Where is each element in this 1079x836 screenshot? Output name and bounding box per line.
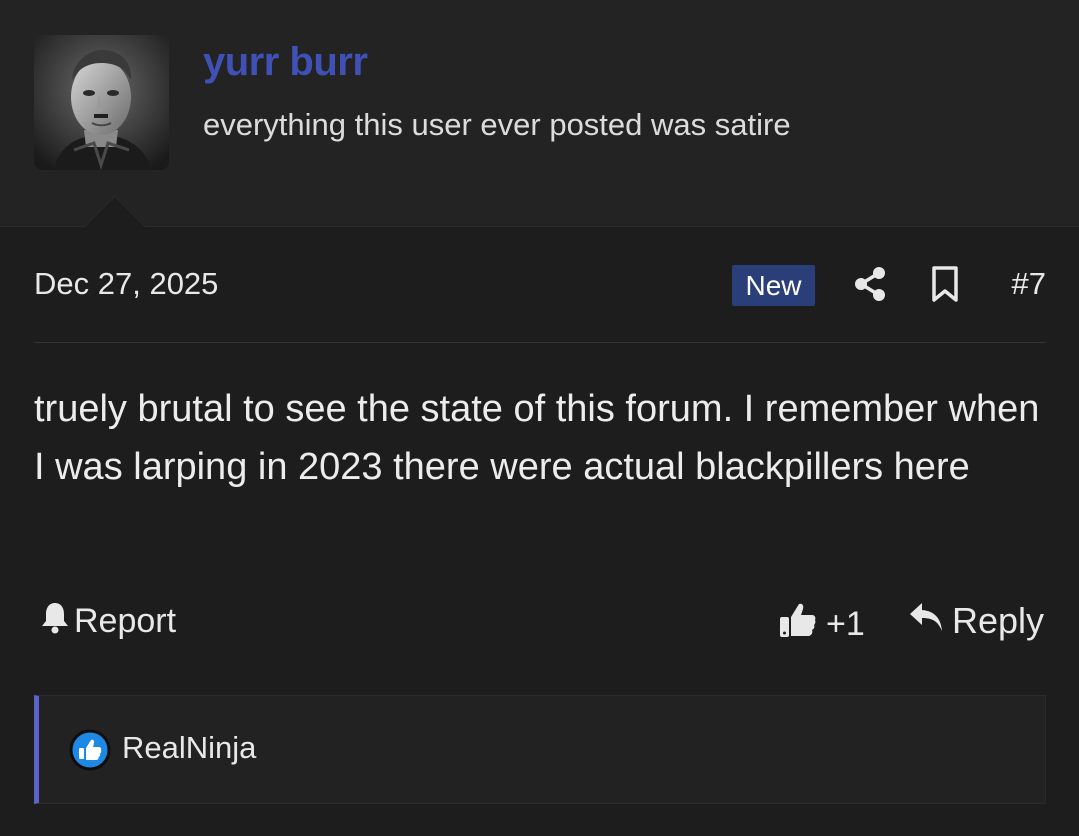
reply-arrow-icon [908, 600, 944, 642]
forum-post: yurr burr everything this user ever post… [0, 0, 1079, 836]
report-label: Report [74, 602, 177, 640]
username[interactable]: yurr burr [203, 40, 368, 85]
post-body: truely brutal to see the state of this f… [34, 388, 1040, 488]
reactions-bar[interactable]: RealNinja [34, 695, 1046, 804]
post-actions: Report +1 Reply [34, 600, 1046, 650]
reactor-name[interactable]: RealNinja [122, 730, 256, 766]
divider [34, 342, 1046, 343]
bookmark-icon[interactable] [930, 265, 960, 303]
bell-icon [40, 600, 70, 643]
share-icon[interactable] [853, 265, 887, 303]
post-date[interactable]: Dec 27, 2025 [34, 266, 218, 302]
avatar[interactable] [34, 35, 169, 170]
post-number[interactable]: #7 [1012, 266, 1046, 302]
reply-button[interactable]: Reply [908, 600, 1044, 642]
post-meta: Dec 27, 2025 New #7 [34, 262, 1046, 308]
like-count: +1 [826, 605, 865, 643]
thumbs-up-icon [69, 729, 111, 771]
avatar-portrait [34, 35, 169, 170]
user-header: yurr burr everything this user ever post… [0, 0, 1079, 227]
new-badge: New [732, 265, 815, 306]
reply-label: Reply [951, 600, 1044, 641]
report-button[interactable]: Report [40, 600, 176, 643]
header-pointer [85, 197, 145, 227]
like-button[interactable]: +1 [778, 600, 865, 649]
thumbs-up-icon [778, 600, 818, 649]
user-title: everything this user ever posted was sat… [203, 107, 791, 142]
